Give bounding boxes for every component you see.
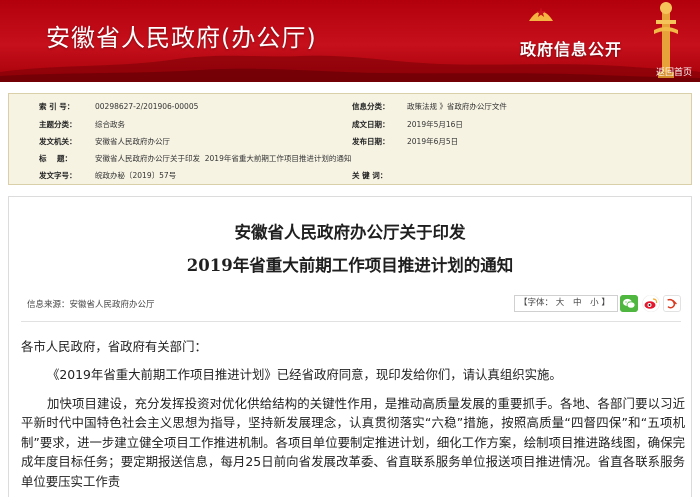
font-small-button[interactable]: 小 <box>590 298 599 308</box>
published-date-value: 2019年6月5日 <box>407 137 459 146</box>
article-title-line1: 安徽省人民政府办公厅关于印发 <box>234 223 466 242</box>
topic-label: 主题分类： <box>39 120 77 129</box>
document-metadata: 索 引 号： 00298627-2/201906-00005 信息分类： 政策法… <box>8 93 692 185</box>
paragraph-2: 加快项目建设，充分发挥投资对优化供给结构的关键性作用，是推动高质量发展的重要抓手… <box>21 395 685 489</box>
article-body: 各市人民政府，省政府有关部门： 《2019年省重大前期工作项目推进计划》已经省政… <box>21 337 685 497</box>
site-title: 安徽省人民政府(办公厅) <box>46 24 317 52</box>
meta-row: 索 引 号： 00298627-2/201906-00005 信息分类： 政策法… <box>9 99 691 114</box>
more-share-icon[interactable] <box>663 295 681 312</box>
font-medium-button[interactable]: 中 <box>573 298 582 308</box>
meta-row: 标 题： 安徽省人民政府办公厅关于印发 2019年省重大前期工作项目推进计划的通… <box>9 151 691 166</box>
back-home-link[interactable]: 返回首页 <box>656 65 692 78</box>
issuer-label: 发文机关： <box>39 137 77 146</box>
created-date-label: 成文日期： <box>352 120 390 129</box>
subject-label: 标 题： <box>39 154 72 163</box>
font-label: 【字体： <box>519 298 554 308</box>
document-number-label: 发文字号： <box>39 171 77 180</box>
header-banner: 安徽省人民政府(办公厅) 政府信息公开 返回首页 <box>0 0 700 82</box>
meta-row: 发文字号： 皖政办秘〔2019〕57号 关 键 词： <box>9 168 691 183</box>
weibo-icon[interactable] <box>642 295 660 312</box>
meta-row: 发文机关： 安徽省人民政府办公厅 发布日期： 2019年6月5日 <box>9 134 691 149</box>
font-size-control: 【字体： 大 中 小 】 <box>514 295 618 312</box>
document-number-value: 皖政办秘〔2019〕57号 <box>95 171 177 180</box>
article-title-line2: 2019年省重大前期工作项目推进计划的通知 <box>186 256 514 275</box>
wechat-icon[interactable] <box>620 295 638 312</box>
meta-row: 主题分类： 综合政务 成文日期： 2019年5月16日 <box>9 117 691 132</box>
font-close-bracket: 】 <box>601 298 610 308</box>
article-toolbar: 信息来源：安徽省人民政府办公厅 【字体： 大 中 小 】 <box>9 295 691 315</box>
keywords-label: 关 键 词： <box>352 171 388 180</box>
published-date-label: 发布日期： <box>352 137 390 146</box>
divider <box>21 321 681 322</box>
index-label: 索 引 号： <box>39 102 75 111</box>
index-value: 00298627-2/201906-00005 <box>95 102 199 111</box>
subject-value: 安徽省人民政府办公厅关于印发 2019年省重大前期工作项目推进计划的通知 <box>95 154 352 163</box>
created-date-value: 2019年5月16日 <box>407 120 463 129</box>
salutation: 各市人民政府，省政府有关部门： <box>21 339 207 354</box>
section-title: 政府信息公开 <box>519 40 622 59</box>
info-source: 信息来源：安徽省人民政府办公厅 <box>27 300 155 310</box>
issuer-value: 安徽省人民政府办公厅 <box>95 137 170 146</box>
category-value[interactable]: 政策法规 》省政府办公厅文件 <box>407 99 507 114</box>
category-label: 信息分类： <box>352 102 390 111</box>
paragraph-1: 《2019年省重大前期工作项目推进计划》已经省政府同意，现印发给你们，请认真组织… <box>47 367 562 382</box>
article-container: 安徽省人民政府办公厅关于印发 2019年省重大前期工作项目推进计划的通知 信息来… <box>8 196 692 497</box>
national-emblem-icon <box>529 7 553 21</box>
topic-value: 综合政务 <box>95 120 125 129</box>
font-large-button[interactable]: 大 <box>556 298 565 308</box>
